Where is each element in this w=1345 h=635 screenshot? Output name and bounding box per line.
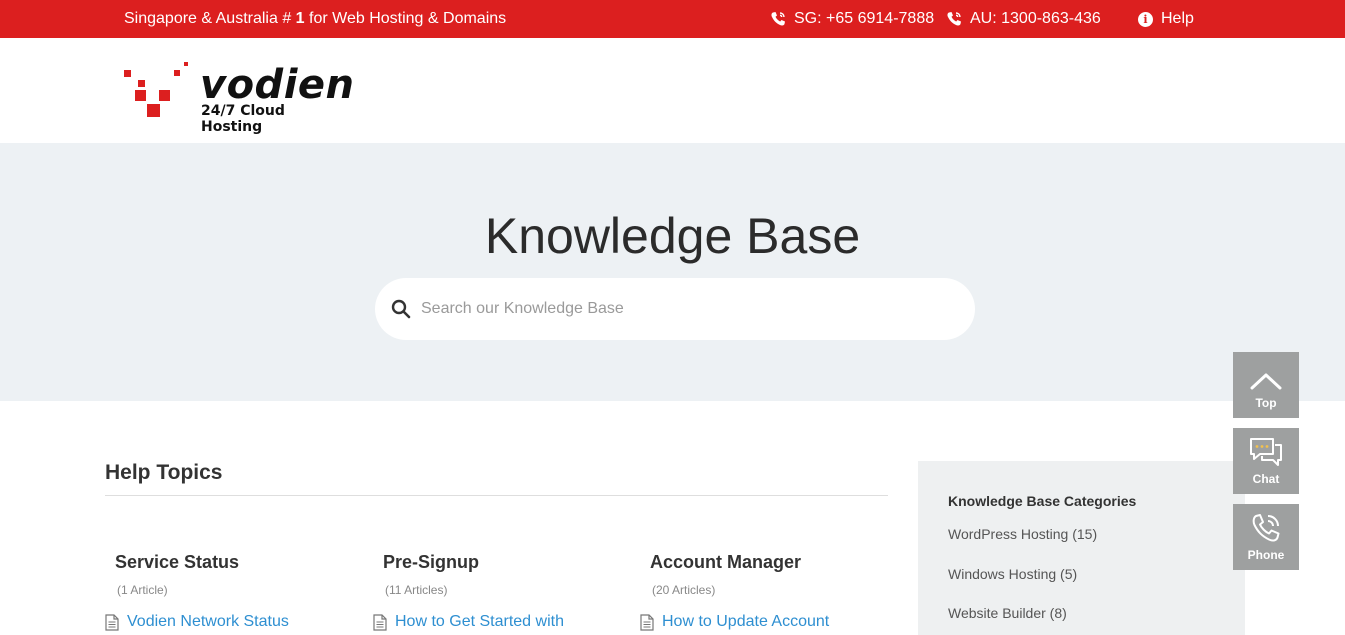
- document-icon: [373, 613, 387, 631]
- top-label: Top: [1255, 396, 1277, 410]
- chat-button[interactable]: Chat: [1233, 428, 1299, 494]
- logo-wordmark: vodien: [200, 62, 355, 108]
- sg-phone-link[interactable]: SG: +65 6914-7888: [770, 10, 934, 28]
- logo-pixel: [138, 80, 145, 87]
- categories-panel: Knowledge Base Categories WordPress Host…: [918, 461, 1245, 635]
- topic-article: How to Update Account: [640, 613, 829, 631]
- topic-account-manager: Account Manager (20 Articles) How to Upd…: [640, 552, 829, 631]
- site-header: vodien 24/7 Cloud Hosting: [0, 38, 1345, 143]
- help-label: Help: [1161, 10, 1194, 27]
- logo-pixel: [184, 62, 188, 66]
- help-topics-heading: Help Topics: [105, 461, 223, 484]
- categories-heading: Knowledge Base Categories: [948, 493, 1137, 509]
- info-icon: i: [1138, 11, 1153, 27]
- logo-pixel: [147, 104, 160, 117]
- chat-icon: [1250, 438, 1282, 466]
- tagline: Singapore & Australia # 1 for Web Hostin…: [124, 10, 507, 27]
- search-bar: [375, 278, 975, 340]
- topic-title[interactable]: Pre-Signup: [383, 552, 564, 573]
- top-bar: Singapore & Australia # 1 for Web Hostin…: [0, 0, 1345, 38]
- document-icon: [640, 613, 654, 631]
- vodien-logo[interactable]: vodien 24/7 Cloud Hosting: [124, 60, 354, 135]
- help-link[interactable]: i Help: [1138, 10, 1194, 28]
- phone-icon: [947, 12, 961, 26]
- topic-pre-signup: Pre-Signup (11 Articles) How to Get Star…: [373, 552, 564, 631]
- topic-count: (20 Articles): [652, 583, 716, 597]
- sg-phone-text: SG: +65 6914-7888: [794, 10, 935, 27]
- divider: [105, 495, 888, 496]
- topic-article: Vodien Network Status: [105, 613, 289, 631]
- logo-pixel: [124, 70, 131, 77]
- category-item-wordpress[interactable]: WordPress Hosting (15): [948, 526, 1097, 542]
- logo-tagline: 24/7 Cloud Hosting: [201, 103, 285, 135]
- page-title: Knowledge Base: [484, 208, 861, 264]
- topic-service-status: Service Status (1 Article) Vodien Networ…: [105, 552, 289, 631]
- chevron-up-icon: [1250, 373, 1282, 390]
- au-phone-link[interactable]: AU: 1300-863-436: [946, 10, 1101, 28]
- logo-pixel: [174, 70, 180, 76]
- phone-button[interactable]: Phone: [1233, 504, 1299, 570]
- article-link[interactable]: How to Get Started with: [395, 613, 564, 631]
- logo-pixel: [159, 90, 170, 101]
- tagline-rank: 1: [295, 10, 305, 27]
- chat-label: Chat: [1252, 472, 1280, 486]
- search-icon[interactable]: [391, 299, 411, 319]
- topic-title[interactable]: Account Manager: [650, 552, 829, 573]
- article-link[interactable]: Vodien Network Status: [127, 613, 289, 631]
- article-link[interactable]: How to Update Account: [662, 613, 829, 631]
- logo-pixel: [135, 90, 146, 101]
- search-input[interactable]: [421, 300, 941, 318]
- phone-icon: [771, 12, 785, 26]
- document-icon: [105, 613, 119, 631]
- topic-count: (11 Articles): [385, 583, 448, 597]
- back-to-top-button[interactable]: Top: [1233, 352, 1299, 418]
- phone-label: Phone: [1247, 548, 1285, 562]
- topic-article: How to Get Started with: [373, 613, 564, 631]
- au-phone-text: AU: 1300-863-436: [970, 10, 1101, 27]
- topic-title[interactable]: Service Status: [115, 552, 289, 573]
- hero-section: Knowledge Base: [0, 143, 1345, 401]
- topic-count: (1 Article): [117, 583, 168, 597]
- phone-icon: [1252, 514, 1280, 542]
- category-item-website-builder[interactable]: Website Builder (8): [948, 605, 1067, 621]
- category-item-windows[interactable]: Windows Hosting (5): [948, 566, 1077, 582]
